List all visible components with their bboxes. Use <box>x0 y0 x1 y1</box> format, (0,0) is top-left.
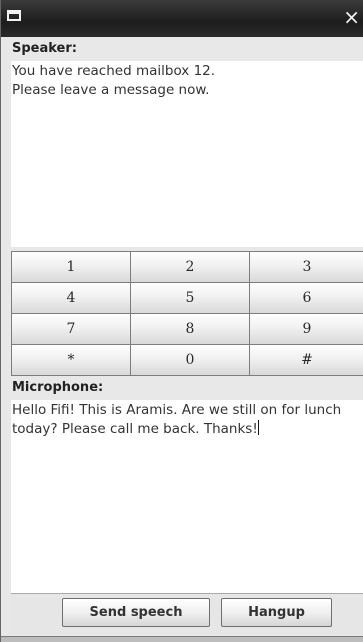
title-bar[interactable]: × <box>1 0 363 37</box>
key-5[interactable]: 5 <box>130 282 250 314</box>
key-8[interactable]: 8 <box>130 313 250 345</box>
key-6[interactable]: 6 <box>249 282 363 314</box>
window-bottom-edge <box>1 636 363 642</box>
key-9[interactable]: 9 <box>249 313 363 345</box>
text-caret <box>257 420 259 435</box>
key-0[interactable]: 0 <box>130 344 250 376</box>
key-pound[interactable]: # <box>249 344 363 376</box>
voicemail-window: × Speaker: You have reached mailbox 12. … <box>0 0 363 642</box>
key-7[interactable]: 7 <box>11 313 131 345</box>
speaker-text-area[interactable]: You have reached mailbox 12. Please leav… <box>11 61 363 247</box>
keypad: 1 2 3 4 5 6 7 8 9 * 0 # <box>11 251 363 376</box>
microphone-label: Microphone: <box>12 380 104 395</box>
speaker-label: Speaker: <box>12 41 77 56</box>
microphone-text-area[interactable]: Hello Fifi! This is Aramis. Are we still… <box>11 400 363 594</box>
button-bar: Send speech Hangup <box>11 594 363 634</box>
key-star[interactable]: * <box>11 344 131 376</box>
send-speech-button[interactable]: Send speech <box>62 598 210 627</box>
key-2[interactable]: 2 <box>130 251 250 283</box>
close-icon[interactable]: × <box>343 6 360 28</box>
key-4[interactable]: 4 <box>11 282 131 314</box>
microphone-text: Hello Fifi! This is Aramis. Are we still… <box>12 402 346 437</box>
key-1[interactable]: 1 <box>11 251 131 283</box>
key-3[interactable]: 3 <box>249 251 363 283</box>
window-menu-icon[interactable] <box>7 10 21 21</box>
hangup-button[interactable]: Hangup <box>221 598 332 627</box>
